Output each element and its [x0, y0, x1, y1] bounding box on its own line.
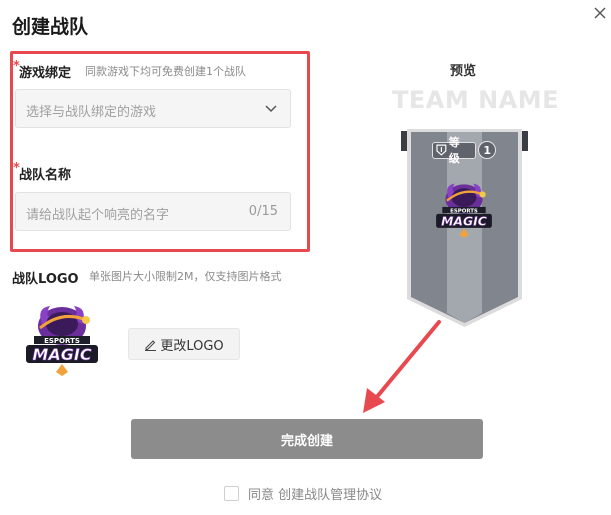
preview-team-name: TEAM NAME — [392, 86, 560, 114]
team-logo-label: 战队LOGO — [12, 272, 79, 287]
team-logo-hint: 单张图片大小限制2M，仅支持图片格式 — [89, 270, 282, 283]
required-mark: * — [13, 161, 20, 176]
edit-icon — [145, 339, 157, 351]
close-icon[interactable] — [591, 4, 609, 22]
team-logo-image: ESPORTS MAGIC — [26, 306, 98, 376]
level-badge: 等级 1 — [432, 136, 496, 165]
preview-label: 预览 — [450, 64, 477, 79]
team-name-label: * 战队名称 — [13, 161, 72, 183]
agreement-row: 同意 创建战队管理协议 — [224, 484, 382, 503]
required-mark: * — [13, 59, 20, 74]
team-name-counter: 0/15 — [248, 204, 278, 219]
banner-logo-text-magic: MAGIC — [441, 214, 487, 229]
game-select[interactable]: 选择与战队绑定的游戏 — [15, 89, 291, 128]
dialog-title: 创建战队 — [12, 16, 89, 38]
level-pill: 等级 — [432, 136, 477, 165]
level-number: 1 — [478, 141, 496, 159]
game-binding-hint: 同款游戏下均可免费创建1个战队 — [85, 65, 246, 78]
chevron-down-icon — [265, 105, 277, 113]
team-name-input[interactable]: 请给战队起个响亮的名字 0/15 — [15, 192, 291, 231]
annotation-arrow — [363, 320, 441, 413]
change-logo-label: 更改LOGO — [160, 338, 224, 354]
game-select-placeholder: 选择与战队绑定的游戏 — [26, 105, 157, 120]
logo-text-magic: MAGIC — [32, 345, 91, 364]
level-shield-icon — [436, 144, 447, 156]
submit-button[interactable]: 完成创建 — [131, 419, 483, 459]
preview-banner-logo: ESPORTS MAGIC — [436, 183, 492, 238]
logo-text-esports: ESPORTS — [44, 337, 80, 345]
agree-label[interactable]: 同意 创建战队管理协议 — [248, 484, 382, 503]
team-name-placeholder: 请给战队起个响亮的名字 — [26, 208, 170, 223]
agree-checkbox[interactable] — [224, 486, 239, 501]
level-label: 等级 — [448, 136, 460, 165]
change-logo-button[interactable]: 更改LOGO — [128, 328, 240, 360]
game-binding-label: * 游戏绑定 — [13, 59, 72, 81]
